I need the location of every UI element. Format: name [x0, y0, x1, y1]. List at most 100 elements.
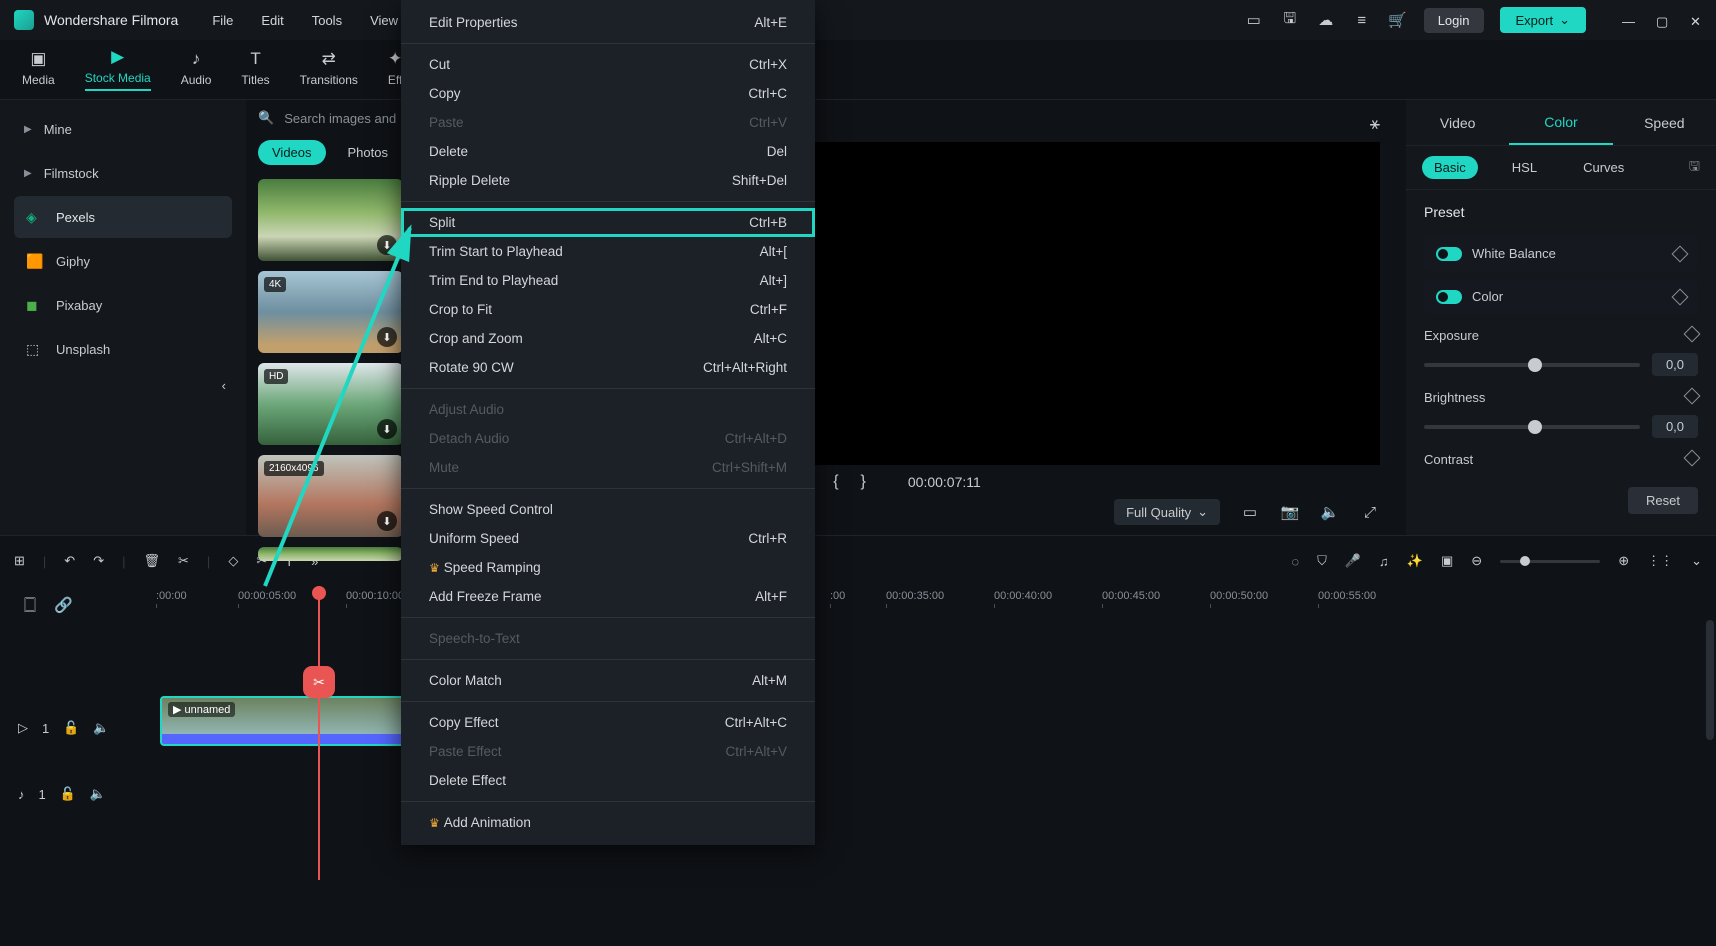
render-icon[interactable]: ◌: [1291, 554, 1299, 569]
marker-icon[interactable]: ◇: [228, 553, 238, 569]
insp-tab-video[interactable]: Video: [1406, 102, 1509, 144]
tab-media[interactable]: ▣Media: [22, 49, 55, 91]
time-ruler[interactable]: :00:00 00:00:05:00 00:00:10:00 :00 00:00…: [150, 586, 1706, 620]
layout-icon[interactable]: ▭: [1244, 10, 1264, 30]
add-track-icon[interactable]: ⊞: [14, 553, 25, 569]
sidebar-filmstock[interactable]: ▶Filmstock: [14, 152, 232, 194]
playhead-split-button[interactable]: ✂: [303, 666, 335, 698]
visibility-icon[interactable]: 🔈: [93, 720, 109, 736]
ctx-trim-start[interactable]: Trim Start to PlayheadAlt+[: [401, 237, 815, 266]
playhead[interactable]: ✂: [318, 590, 320, 880]
ctx-delete[interactable]: DeleteDel: [401, 137, 815, 166]
menu-edit[interactable]: Edit: [261, 13, 283, 28]
ctx-split[interactable]: SplitCtrl+B: [401, 208, 815, 237]
sidebar-pexels[interactable]: ◈Pexels: [14, 196, 232, 238]
ctx-rotate-90[interactable]: Rotate 90 CWCtrl+Alt+Right: [401, 353, 815, 382]
media-thumb[interactable]: 2160x4096⬇: [258, 455, 403, 537]
delete-icon[interactable]: 🗑: [144, 553, 161, 569]
login-button[interactable]: Login: [1424, 8, 1484, 33]
menu-tools[interactable]: Tools: [312, 13, 342, 28]
cart-icon[interactable]: 🛒: [1388, 10, 1408, 30]
ctx-copy[interactable]: CopyCtrl+C: [401, 79, 815, 108]
tab-audio[interactable]: ♪Audio: [181, 49, 212, 91]
link-icon[interactable]: 🔗: [54, 596, 73, 614]
lock-icon[interactable]: 🔓: [63, 720, 79, 736]
insp-sub-curves[interactable]: Curves: [1571, 156, 1636, 179]
download-icon[interactable]: ⬇: [377, 419, 397, 439]
keyframe-diamond-icon[interactable]: [1684, 450, 1701, 467]
tab-transitions[interactable]: ⇄Transitions: [300, 49, 358, 91]
download-icon[interactable]: ⬇: [377, 511, 397, 531]
lock-icon[interactable]: 🔓: [60, 786, 76, 802]
ctx-crop-zoom[interactable]: Crop and ZoomAlt+C: [401, 324, 815, 353]
ctx-freeze-frame[interactable]: Add Freeze FrameAlt+F: [401, 582, 815, 611]
insp-sub-basic[interactable]: Basic: [1422, 156, 1478, 179]
video-track-lane[interactable]: ▶ unnamed: [150, 696, 1706, 750]
sidebar-pixabay[interactable]: ◼Pixabay: [14, 284, 232, 326]
fullscreen-icon[interactable]: ⤢: [1360, 502, 1380, 522]
mute-icon[interactable]: 🔈: [90, 786, 106, 802]
export-button[interactable]: Export⌄: [1500, 7, 1586, 33]
ctx-uniform-speed[interactable]: Uniform SpeedCtrl+R: [401, 524, 815, 553]
enhance-icon[interactable]: ✨: [1407, 553, 1423, 569]
quality-dropdown[interactable]: Full Quality⌄: [1114, 499, 1220, 525]
media-thumb[interactable]: HD⬇: [258, 363, 403, 445]
reset-button[interactable]: Reset: [1628, 487, 1698, 514]
keyframe-diamond-icon[interactable]: [1684, 388, 1701, 405]
subtab-videos[interactable]: Videos: [258, 140, 326, 165]
mark-in-icon[interactable]: {: [833, 473, 842, 491]
insp-tab-color[interactable]: Color: [1509, 101, 1612, 145]
audio-mixer-icon[interactable]: ♫: [1379, 554, 1389, 569]
shield-icon[interactable]: ⛉: [1317, 553, 1327, 569]
search-row[interactable]: 🔍 Search images and: [258, 110, 404, 126]
vertical-scrollbar[interactable]: [1706, 620, 1714, 740]
audio-track-header[interactable]: ♪1🔓🔈: [18, 786, 106, 802]
cloud-icon[interactable]: ☁: [1316, 10, 1336, 30]
keyframe-diamond-icon[interactable]: [1672, 288, 1689, 305]
white-balance-row[interactable]: White Balance: [1424, 236, 1698, 271]
exposure-value[interactable]: 0,0: [1652, 353, 1698, 376]
tab-stock-media[interactable]: ▶Stock Media: [85, 47, 151, 91]
sidebar-giphy[interactable]: 🟧Giphy: [14, 240, 232, 282]
sidebar-collapse-button[interactable]: ‹: [14, 378, 232, 393]
snapshot-toggle-icon[interactable]: ⚹: [1370, 114, 1380, 134]
menu-file[interactable]: File: [212, 13, 233, 28]
redo-icon[interactable]: ↷: [93, 553, 104, 569]
ctx-speed-ramping[interactable]: ♛Speed Ramping: [401, 553, 815, 582]
video-track-header[interactable]: ▷1🔓🔈: [18, 720, 110, 736]
ctx-add-animation[interactable]: ♛Add Animation: [401, 808, 815, 837]
insp-sub-hsl[interactable]: HSL: [1500, 156, 1549, 179]
sidebar-unsplash[interactable]: ⬚Unsplash: [14, 328, 232, 370]
chevron-down-icon[interactable]: ⌄: [1691, 553, 1702, 569]
ctx-copy-effect[interactable]: Copy EffectCtrl+Alt+C: [401, 708, 815, 737]
ctx-ripple-delete[interactable]: Ripple DeleteShift+Del: [401, 166, 815, 195]
display-icon[interactable]: ▭: [1240, 502, 1260, 522]
keyframe-diamond-icon[interactable]: [1672, 245, 1689, 262]
save-icon[interactable]: 🖫: [1280, 10, 1300, 30]
zoom-out-icon[interactable]: ⊖: [1471, 553, 1482, 569]
view-menu-icon[interactable]: ⋮⋮: [1647, 553, 1673, 569]
mark-out-icon[interactable]: }: [861, 473, 870, 491]
ctx-trim-end[interactable]: Trim End to PlayheadAlt+]: [401, 266, 815, 295]
color-row[interactable]: Color: [1424, 279, 1698, 314]
maximize-button[interactable]: ▢: [1656, 14, 1668, 26]
toggle-switch[interactable]: [1436, 247, 1462, 261]
minimize-button[interactable]: —: [1622, 14, 1634, 26]
zoom-slider[interactable]: [1500, 560, 1600, 563]
ctx-crop-to-fit[interactable]: Crop to FitCtrl+F: [401, 295, 815, 324]
ctx-speed-control[interactable]: Show Speed Control: [401, 495, 815, 524]
insp-tab-speed[interactable]: Speed: [1613, 102, 1716, 144]
save-preset-icon[interactable]: 🖫: [1689, 157, 1700, 179]
timeline-clip[interactable]: ▶ unnamed: [160, 696, 412, 746]
subtab-photos[interactable]: Photos: [334, 140, 402, 165]
tracks-area[interactable]: :00:00 00:00:05:00 00:00:10:00 :00 00:00…: [150, 586, 1706, 896]
tab-titles[interactable]: TTitles: [241, 49, 269, 91]
close-button[interactable]: ✕: [1690, 14, 1702, 26]
exposure-slider[interactable]: [1424, 363, 1640, 367]
media-thumb[interactable]: ⬇: [258, 179, 403, 261]
menu-view[interactable]: View: [370, 13, 398, 28]
download-icon[interactable]: ⬇: [377, 235, 397, 255]
brightness-slider[interactable]: [1424, 425, 1640, 429]
zoom-in-icon[interactable]: ⊕: [1618, 553, 1629, 569]
media-thumb[interactable]: 4K⬇: [258, 271, 403, 353]
